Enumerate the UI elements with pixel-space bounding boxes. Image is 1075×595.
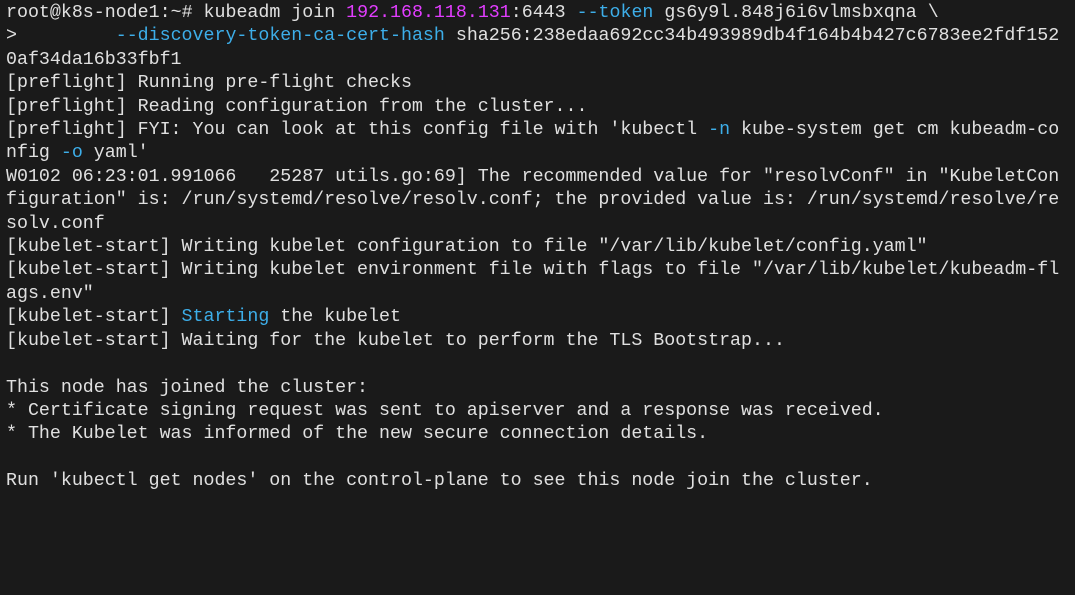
colon: : [511, 3, 522, 23]
kubelet-start-line-3a: [kubelet-start] [6, 307, 182, 327]
flag-o: -o [61, 143, 83, 163]
command: kubeadm join [204, 3, 336, 23]
flag-token: --token [577, 3, 654, 23]
ip-address: 192.168.118.131 [346, 3, 511, 23]
joined-header: This node has joined the cluster: [6, 378, 368, 398]
continuation-prompt: > [6, 26, 17, 46]
kubelet-start-line-1: [kubelet-start] Writing kubelet configur… [6, 237, 928, 257]
prompt-user-host: root@k8s-node1 [6, 3, 160, 23]
preflight-line-1: [preflight] Running pre-flight checks [6, 73, 412, 93]
warning-line: W0102 06:23:01.991066 25287 utils.go:69]… [6, 167, 1059, 234]
kubelet-start-line-4: [kubelet-start] Waiting for the kubelet … [6, 331, 785, 351]
joined-bullet-2: * The Kubelet was informed of the new se… [6, 424, 708, 444]
run-hint: Run 'kubectl get nodes' on the control-p… [6, 471, 873, 491]
preflight-line-2: [preflight] Reading configuration from t… [6, 97, 587, 117]
port: 6443 [522, 3, 566, 23]
flag-n: -n [708, 120, 730, 140]
starting-word: Starting [182, 307, 270, 327]
flag-discovery: --discovery-token-ca-cert-hash [116, 26, 445, 46]
prompt-space [193, 3, 204, 23]
prompt-symbol: # [182, 3, 193, 23]
preflight-line-3a: [preflight] FYI: You can look at this co… [6, 120, 708, 140]
joined-bullet-1: * Certificate signing request was sent t… [6, 401, 884, 421]
kubelet-start-line-2: [kubelet-start] Writing kubelet environm… [6, 260, 1059, 303]
kubelet-start-line-3b: the kubelet [269, 307, 401, 327]
prompt-colon: : [160, 3, 171, 23]
preflight-line-3c: yaml' [83, 143, 149, 163]
line-continuation: \ [928, 3, 939, 23]
terminal-output[interactable]: root@k8s-node1:~# kubeadm join 192.168.1… [0, 0, 1075, 496]
prompt-path: ~ [171, 3, 182, 23]
token-value: gs6y9l.848j6i6vlmsbxqna [664, 3, 916, 23]
